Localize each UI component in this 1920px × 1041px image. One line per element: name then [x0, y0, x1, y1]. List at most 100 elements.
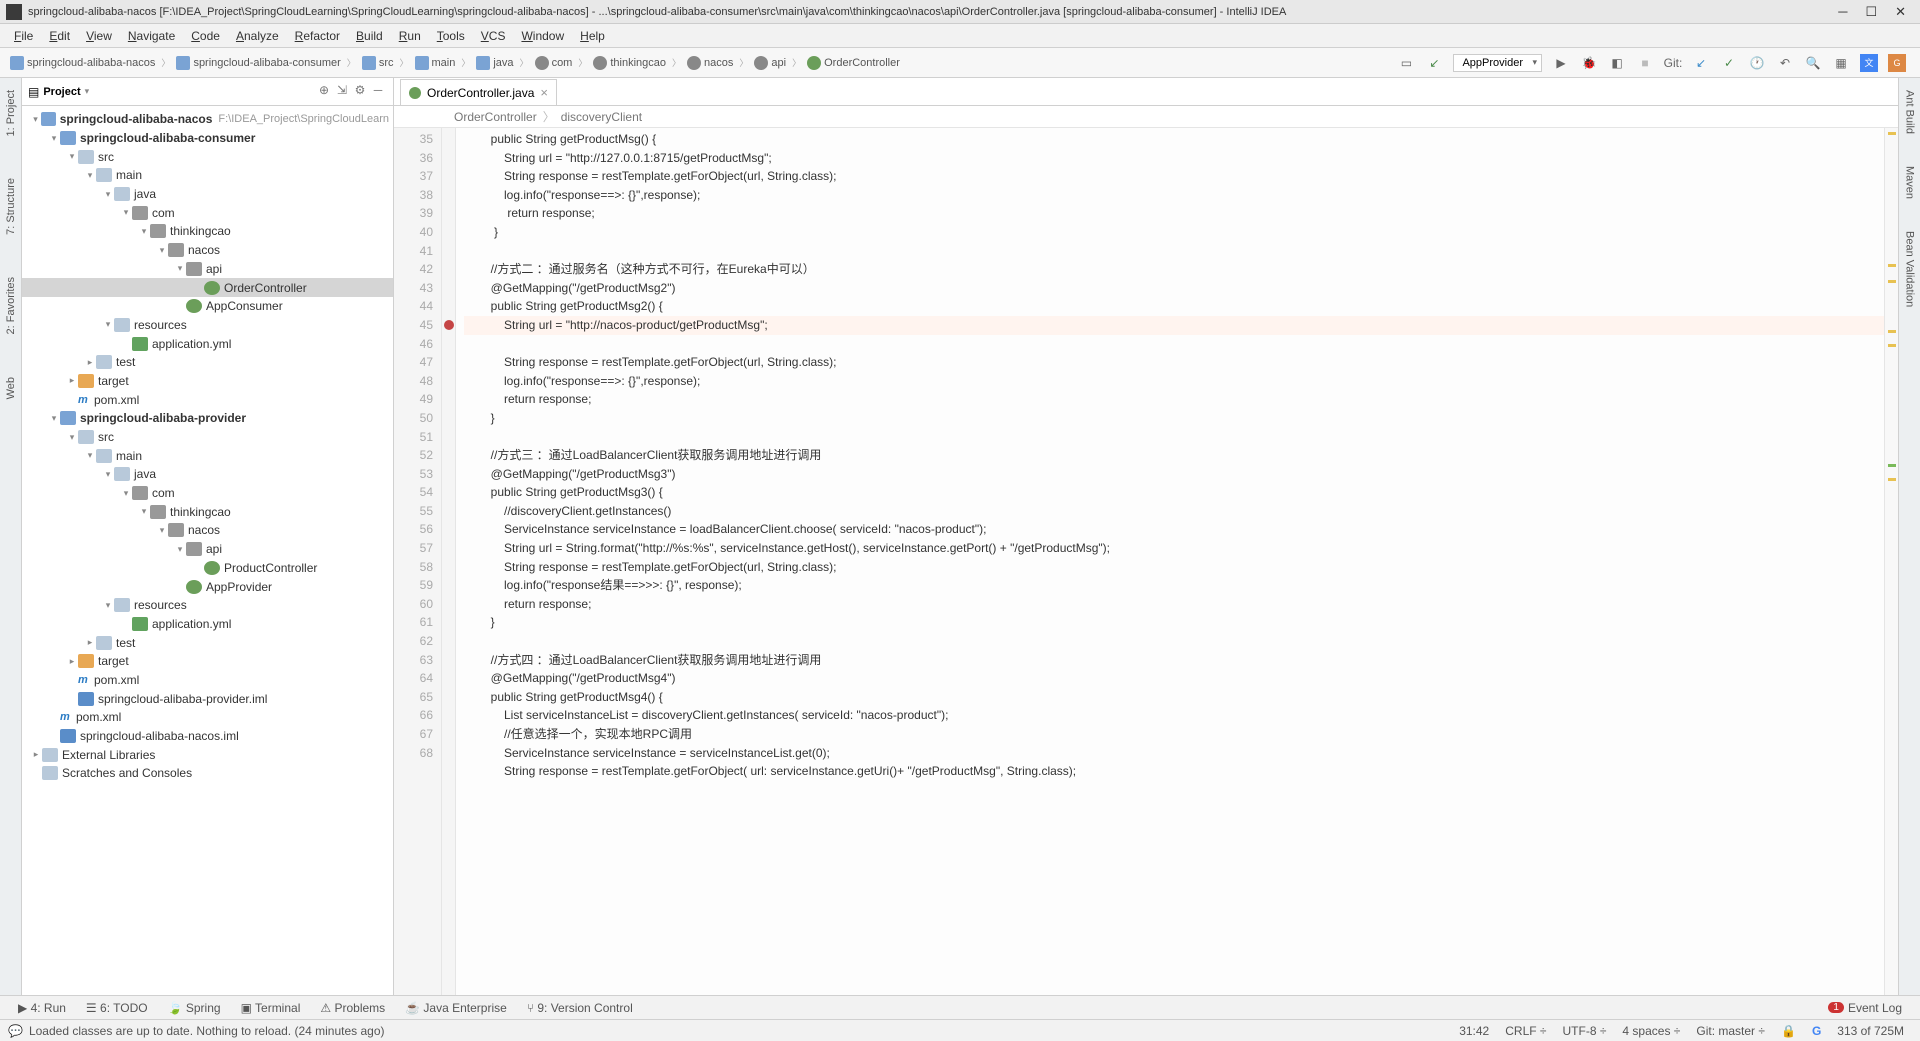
nav-main[interactable]: main [411, 56, 460, 70]
menu-tools[interactable]: Tools [429, 29, 473, 43]
tree-node[interactable]: ▸target [22, 652, 393, 671]
tree-node[interactable]: ▾springcloud-alibaba-nacosF:\IDEA_Projec… [22, 110, 393, 129]
nav-OrderController[interactable]: OrderController [803, 56, 904, 70]
tree-node[interactable]: mpom.xml [22, 671, 393, 690]
hide-icon[interactable]: ─ [369, 83, 387, 101]
left-tab-7-structure[interactable]: 7: Structure [5, 172, 17, 241]
tree-node[interactable]: ▾springcloud-alibaba-provider [22, 409, 393, 428]
breakpoint-gutter[interactable] [442, 128, 456, 995]
tree-node[interactable]: ▾springcloud-alibaba-consumer [22, 129, 393, 148]
tree-node[interactable]: mpom.xml [22, 390, 393, 409]
menu-edit[interactable]: Edit [41, 29, 78, 43]
bottom-tab[interactable]: ⚠ Problems [310, 1001, 395, 1015]
memory-indicator[interactable]: 313 of 725M [1829, 1024, 1912, 1038]
menu-run[interactable]: Run [391, 29, 429, 43]
breadcrumb-path[interactable]: springcloud-alibaba-nacos〉springcloud-al… [6, 56, 1397, 70]
bottom-tab[interactable]: ☕ Java Enterprise [395, 1001, 517, 1015]
left-tab-1-project[interactable]: 1: Project [5, 84, 17, 142]
bottom-tab[interactable]: ▣ Terminal [231, 1001, 311, 1015]
nav-springcloud-alibaba-nacos[interactable]: springcloud-alibaba-nacos [6, 56, 159, 70]
tree-node[interactable]: application.yml [22, 334, 393, 353]
tree-node[interactable]: ▾java [22, 185, 393, 204]
editor-breadcrumb[interactable]: OrderController 〉 discoveryClient [394, 106, 1898, 128]
tree-node[interactable]: springcloud-alibaba-provider.iml [22, 689, 393, 708]
tree-node[interactable]: OrderController [22, 278, 393, 297]
tree-node[interactable]: ▾com [22, 484, 393, 503]
crumb-member[interactable]: discoveryClient [561, 110, 642, 124]
tree-node[interactable]: springcloud-alibaba-nacos.iml [22, 727, 393, 746]
tree-node[interactable]: ▾thinkingcao [22, 502, 393, 521]
debug-icon[interactable]: 🐞 [1580, 54, 1598, 72]
menu-build[interactable]: Build [348, 29, 391, 43]
maximize-button[interactable]: ☐ [1865, 4, 1877, 20]
minimize-button[interactable]: ─ [1838, 4, 1847, 20]
menu-help[interactable]: Help [572, 29, 613, 43]
tree-node[interactable]: Scratches and Consoles [22, 764, 393, 783]
run-config-selector[interactable]: AppProvider [1453, 54, 1542, 72]
nav-api[interactable]: api [750, 56, 790, 70]
menu-file[interactable]: File [6, 29, 41, 43]
bottom-tab[interactable]: 🍃 Spring [158, 1001, 231, 1015]
code-body[interactable]: public String getProductMsg() { String u… [456, 128, 1884, 995]
git-branch[interactable]: Git: master ÷ [1688, 1024, 1773, 1038]
tree-node[interactable]: ▸External Libraries [22, 745, 393, 764]
translate2-icon[interactable]: G [1888, 54, 1906, 72]
right-tab-bean-validation[interactable]: Bean Validation [1904, 225, 1916, 313]
tree-node[interactable]: ▾api [22, 540, 393, 559]
editor-tab[interactable]: OrderController.java × [400, 79, 557, 105]
menu-navigate[interactable]: Navigate [120, 29, 183, 43]
run-icon[interactable]: ▶ [1552, 54, 1570, 72]
menu-vcs[interactable]: VCS [473, 29, 514, 43]
goto-line-icon[interactable]: G [1804, 1024, 1829, 1038]
tree-node[interactable]: application.yml [22, 615, 393, 634]
tree-node[interactable]: ▸test [22, 353, 393, 372]
tree-node[interactable]: ▸test [22, 633, 393, 652]
indent-setting[interactable]: 4 spaces ÷ [1614, 1024, 1688, 1038]
project-tree[interactable]: ▾springcloud-alibaba-nacosF:\IDEA_Projec… [22, 106, 393, 995]
crumb-class[interactable]: OrderController [454, 110, 537, 124]
git-commit-icon[interactable]: ✓ [1720, 54, 1738, 72]
tree-node[interactable]: ▾java [22, 465, 393, 484]
tree-node[interactable]: ▾thinkingcao [22, 222, 393, 241]
stop-icon[interactable]: ■ [1636, 54, 1654, 72]
git-revert-icon[interactable]: ↶ [1776, 54, 1794, 72]
line-separator[interactable]: CRLF ÷ [1497, 1024, 1554, 1038]
tree-node[interactable]: ProductController [22, 559, 393, 578]
expand-all-icon[interactable]: ⇲ [333, 83, 351, 101]
git-compare-icon[interactable]: 🕐 [1748, 54, 1766, 72]
tree-node[interactable]: ▸target [22, 372, 393, 391]
nav-java[interactable]: java [472, 56, 517, 70]
right-tab-maven[interactable]: Maven [1904, 160, 1916, 205]
tree-node[interactable]: ▾api [22, 260, 393, 279]
tree-node[interactable]: ▾resources [22, 596, 393, 615]
settings-gear-icon[interactable]: ⚙ [351, 83, 369, 101]
build-icon[interactable]: ▭ [1397, 54, 1415, 72]
event-log[interactable]: 1 Event Log [1818, 1001, 1912, 1015]
caret-position[interactable]: 31:42 [1451, 1024, 1497, 1038]
menu-code[interactable]: Code [183, 29, 228, 43]
tree-node[interactable]: AppConsumer [22, 297, 393, 316]
tree-node[interactable]: ▾src [22, 428, 393, 447]
tree-node[interactable]: ▾main [22, 166, 393, 185]
search-icon[interactable]: 🔍 [1804, 54, 1822, 72]
line-gutter[interactable]: 3536373839404142434445464748495051525354… [394, 128, 442, 995]
bottom-tab[interactable]: ▶ 4: Run [8, 1001, 76, 1015]
left-tab-web[interactable]: Web [5, 371, 17, 405]
tree-node[interactable]: AppProvider [22, 577, 393, 596]
nav-src[interactable]: src [358, 56, 398, 70]
menu-analyze[interactable]: Analyze [228, 29, 287, 43]
nav-thinkingcao[interactable]: thinkingcao [589, 56, 670, 70]
tree-node[interactable]: ▾nacos [22, 521, 393, 540]
coverage-icon[interactable]: ◧ [1608, 54, 1626, 72]
translate-icon[interactable]: 文 [1860, 54, 1878, 72]
ide-settings-icon[interactable]: ▦ [1832, 54, 1850, 72]
close-button[interactable]: ✕ [1895, 4, 1906, 20]
code-editor[interactable]: 3536373839404142434445464748495051525354… [394, 128, 1898, 995]
tree-node[interactable]: ▾nacos [22, 241, 393, 260]
tab-close-icon[interactable]: × [540, 85, 548, 100]
tree-node[interactable]: ▾src [22, 147, 393, 166]
menu-refactor[interactable]: Refactor [287, 29, 348, 43]
right-tab-ant-build[interactable]: Ant Build [1904, 84, 1916, 140]
bottom-tab[interactable]: ☰ 6: TODO [76, 1001, 158, 1015]
tree-node[interactable]: ▾com [22, 203, 393, 222]
